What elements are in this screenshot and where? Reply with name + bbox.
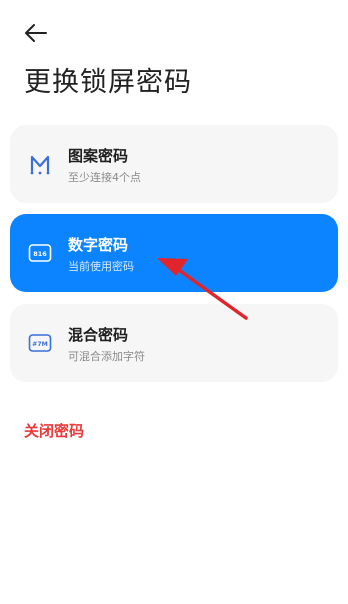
pattern-icon bbox=[30, 155, 50, 175]
mixed-password-icon: #7M bbox=[28, 334, 52, 352]
option-title: 数字密码 bbox=[68, 236, 129, 254]
option-title: 图案密码 bbox=[68, 147, 129, 165]
option-subtitle: 当前使用密码 bbox=[68, 260, 134, 273]
page-title: 更换锁屏密码 bbox=[24, 67, 192, 98]
mixed-icon-label: #7M bbox=[32, 341, 48, 348]
pin-icon-label: 816 bbox=[33, 250, 47, 258]
numeric-password-option[interactable]: 816 数字密码 当前使用密码 bbox=[10, 214, 338, 292]
numeric-pin-icon: 816 bbox=[28, 244, 52, 262]
mixed-password-option[interactable]: #7M 混合密码 可混合添加字符 bbox=[10, 304, 338, 382]
option-subtitle: 至少连接4个点 bbox=[68, 171, 141, 184]
back-arrow-icon bbox=[25, 24, 47, 42]
pattern-password-option[interactable]: 图案密码 至少连接4个点 bbox=[10, 125, 338, 203]
option-title: 混合密码 bbox=[68, 326, 129, 344]
back-button[interactable] bbox=[22, 22, 48, 44]
option-subtitle: 可混合添加字符 bbox=[68, 350, 145, 363]
close-password-button[interactable]: 关闭密码 bbox=[24, 420, 84, 441]
